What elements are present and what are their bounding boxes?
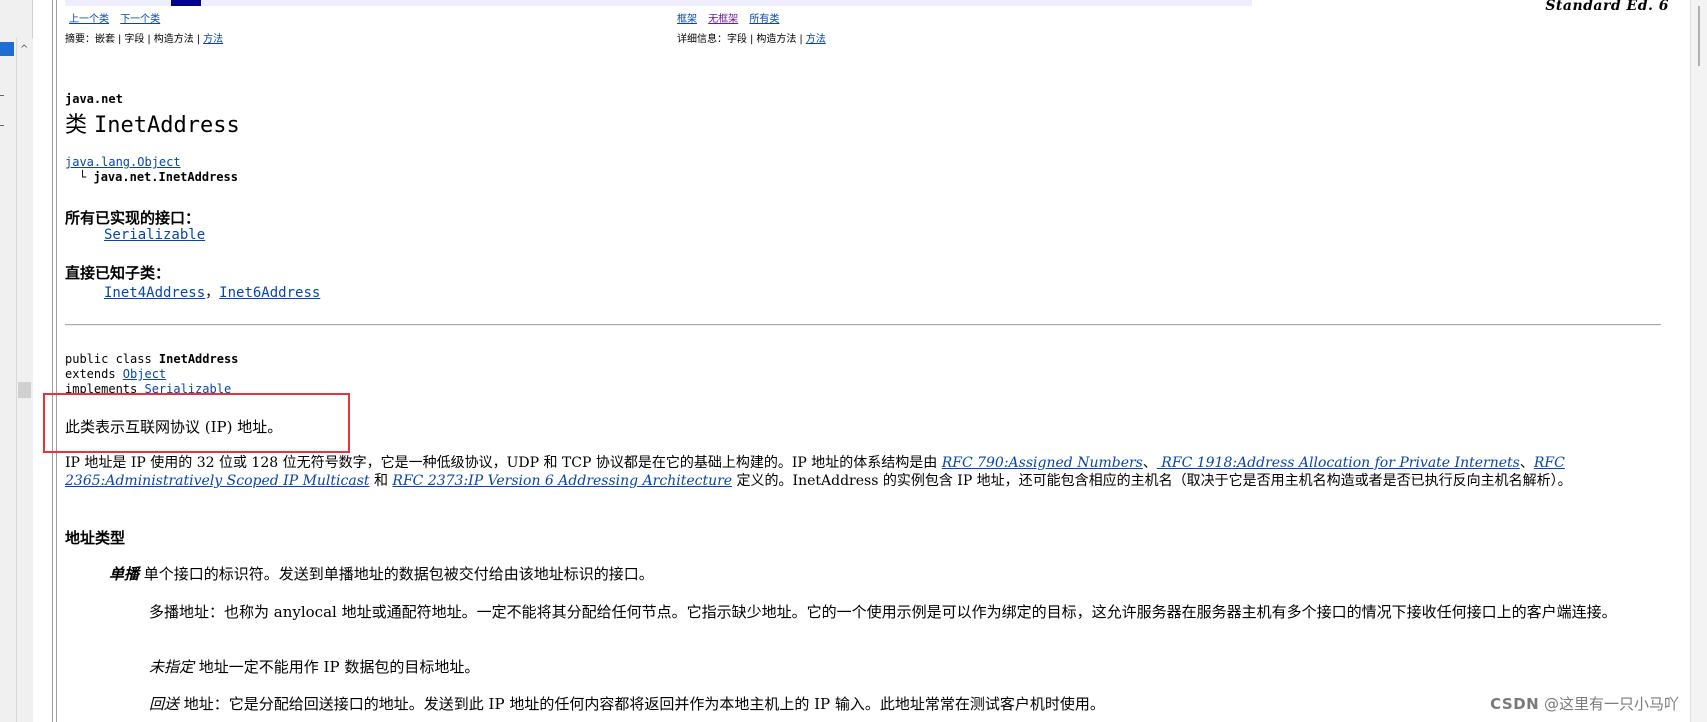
highlight-annotation-box — [43, 393, 350, 453]
nav-tick — [0, 95, 4, 96]
signature-modifiers: public class — [65, 352, 159, 366]
summary-label: 摘要： — [65, 34, 95, 45]
class-doc-content: Standard Ed. 6 上一个类 下一个类 框架 无框架 所有类 摘要：嵌… — [43, 0, 1685, 722]
left-frame-scrollbar[interactable]: ^ — [16, 38, 33, 722]
signature-line-extends: extends Object — [65, 367, 166, 381]
inet6address-link[interactable]: Inet6Address — [219, 285, 320, 301]
hierarchy-parent: java.lang.Object — [65, 155, 181, 169]
all-classes-link[interactable]: 所有类 — [749, 14, 779, 25]
section-divider — [65, 324, 1661, 326]
desc-part2: 定义的。InetAddress 的实例包含 IP 地址，还可能包含相应的主机名（… — [732, 473, 1572, 489]
desc-sep1: 、 — [1142, 455, 1157, 471]
class-nav: 上一个类 下一个类 — [69, 10, 168, 25]
detail-field: 字段 — [727, 34, 747, 45]
unicast-definition: 单播 单个接口的标识符。发送到单播地址的数据包被交付给由该地址标识的接口。 — [109, 565, 654, 583]
summary-row: 摘要：嵌套 | 字段 | 构造方法 | 方法 — [65, 34, 224, 45]
scroll-thumb[interactable] — [1698, 6, 1700, 66]
unicast-text: 单个接口的标识符。发送到单播地址的数据包被交付给由该地址标识的接口。 — [139, 565, 654, 583]
multicast-definition: 多播地址：也称为 anylocal 地址或通配符地址。一定不能将其分配给任何节点… — [149, 603, 1659, 621]
object-class-link[interactable]: java.lang.Object — [65, 155, 181, 169]
summary-nested: 嵌套 — [95, 34, 115, 45]
content-scrollbar[interactable] — [1690, 0, 1707, 722]
desc-sep2: 、 — [1519, 455, 1534, 471]
summary-constructor: 构造方法 — [153, 34, 194, 45]
no-frames-link[interactable]: 无框架 — [708, 14, 738, 25]
address-types-heading: 地址类型 — [65, 529, 126, 547]
signature-object-link[interactable]: Object — [123, 367, 166, 381]
frames-link[interactable]: 框架 — [677, 14, 697, 25]
frame-divider[interactable] — [52, 0, 57, 722]
unicast-term: 单播 — [109, 565, 140, 583]
top-nav-bar — [65, 0, 1252, 6]
scroll-up-arrow-icon[interactable]: ^ — [20, 44, 28, 55]
summary-method-link[interactable]: 方法 — [203, 34, 223, 45]
hierarchy-child-name: java.net.InetAddress — [93, 170, 238, 184]
page-title: 类 InetAddress — [65, 107, 240, 139]
selected-item-marker — [0, 42, 14, 56]
rfc2373-link[interactable]: RFC 2373:IP Version 6 Addressing Archite… — [392, 473, 732, 489]
signature-line-class: public class InetAddress — [65, 352, 238, 366]
loopback-term: 回送 — [149, 695, 180, 713]
prev-class-link[interactable]: 上一个类 — [69, 14, 109, 25]
inet4address-link[interactable]: Inet4Address — [104, 285, 205, 301]
serializable-link[interactable]: Serializable — [104, 227, 205, 243]
title-class-name: InetAddress — [94, 113, 240, 138]
desc-and: 和 — [369, 473, 393, 489]
unspecified-text: 地址一定不能用作 IP 数据包的目标地址。 — [194, 658, 480, 676]
detail-label: 详细信息： — [677, 34, 727, 45]
tree-branch-icon: └ — [79, 170, 87, 184]
detail-row: 详细信息：字段 | 构造方法 | 方法 — [677, 34, 826, 45]
package-name: java.net — [65, 92, 123, 106]
interfaces-list: Serializable — [104, 227, 205, 243]
class-description: IP 地址是 IP 使用的 32 位或 128 位无符号数字，它是一种低级协议，… — [65, 454, 1675, 490]
csdn-watermark: CSDN @这里有一只小马吖 — [1490, 693, 1679, 714]
nav-tick — [0, 125, 4, 126]
multicast-text: 多播地址：也称为 anylocal 地址或通配符地址。一定不能将其分配给任何节点… — [149, 603, 1617, 621]
unspecified-definition: 未指定 地址一定不能用作 IP 数据包的目标地址。 — [149, 658, 479, 676]
rfc1918-link[interactable]: RFC 1918:Address Allocation for Private … — [1157, 455, 1520, 471]
active-nav-cell — [171, 0, 201, 6]
frame-nav: 框架 无框架 所有类 — [677, 10, 787, 25]
title-prefix: 类 — [65, 113, 88, 138]
loopback-text: 地址：它是分配给回送接口的地址。发送到此 IP 地址的任何内容都将返回并作为本地… — [179, 695, 1105, 713]
signature-class-name: InetAddress — [158, 352, 239, 366]
loopback-definition: 回送 地址：它是分配给回送接口的地址。发送到此 IP 地址的任何内容都将返回并作… — [149, 695, 1105, 713]
next-class-link[interactable]: 下一个类 — [120, 14, 160, 25]
hierarchy-child: └ java.net.InetAddress — [79, 170, 238, 184]
watermark-brand: CSDN — [1490, 695, 1540, 713]
unspecified-term: 未指定 — [149, 658, 195, 676]
scroll-thumb[interactable] — [18, 382, 31, 398]
detail-constructor: 构造方法 — [756, 34, 797, 45]
rfc790-link[interactable]: RFC 790:Assigned Numbers — [942, 455, 1143, 471]
interfaces-label: 所有已实现的接口： — [65, 209, 201, 227]
summary-field: 字段 — [124, 34, 145, 45]
edition-label: Standard Ed. 6 — [1545, 0, 1669, 14]
subclasses-label: 直接已知子类： — [65, 264, 171, 282]
desc-part1: IP 地址是 IP 使用的 32 位或 128 位无符号数字，它是一种低级协议，… — [65, 455, 942, 471]
subclasses-list: Inet4Address，Inet6Address — [104, 282, 320, 302]
watermark-author: @这里有一只小马吖 — [1539, 695, 1679, 713]
subclass-separator: ， — [205, 285, 220, 301]
detail-method-link[interactable]: 方法 — [806, 34, 826, 45]
signature-extends-keyword: extends — [65, 367, 123, 381]
